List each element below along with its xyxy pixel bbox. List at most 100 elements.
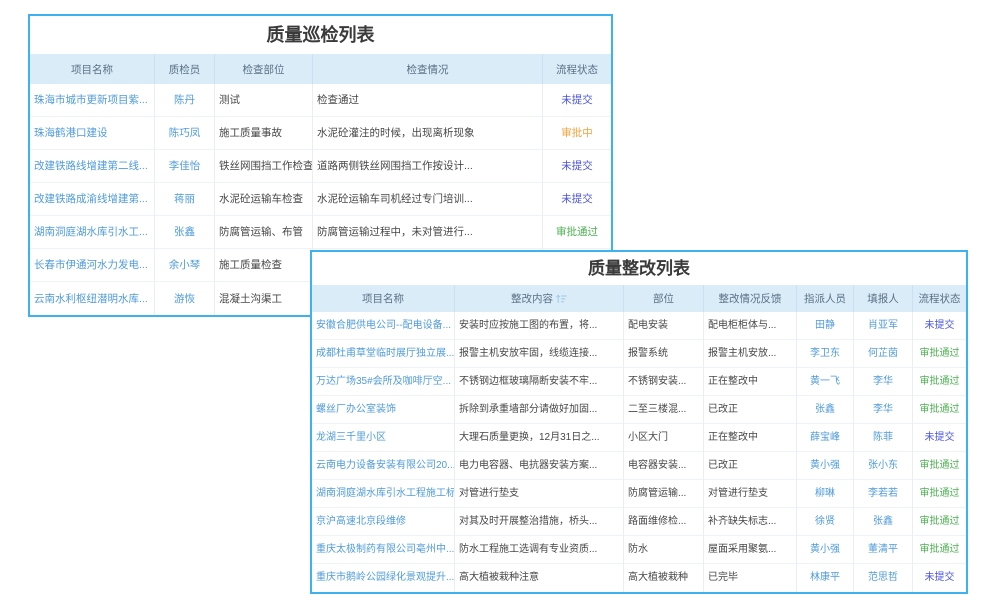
rectify-content-cell: 报警主机安放牢固，线缆连接... bbox=[455, 340, 624, 368]
inspection-situation-cell: 水泥砼运输车司机经过专门培训... bbox=[313, 183, 543, 216]
project-name-link[interactable]: 龙湖三千里小区 bbox=[312, 424, 455, 452]
inspection-part-cell: 混凝土沟渠工 bbox=[215, 282, 313, 315]
inspection-part-cell: 测试 bbox=[215, 84, 313, 117]
assignee-name-link[interactable]: 张鑫 bbox=[797, 396, 854, 424]
column-header-feedback: 整改情况反馈 bbox=[704, 285, 797, 312]
project-name-link[interactable]: 湖南洞庭湖水库引水工... bbox=[30, 216, 155, 249]
inspector-name-link[interactable]: 余小琴 bbox=[155, 249, 215, 282]
project-name-link[interactable]: 成都杜甫草堂临时展厅独立展... bbox=[312, 340, 455, 368]
assignee-name-link[interactable]: 黄一飞 bbox=[797, 368, 854, 396]
inspector-name-link[interactable]: 陈巧凤 bbox=[155, 117, 215, 150]
inspector-name-link[interactable]: 陈丹 bbox=[155, 84, 215, 117]
assignee-name-link[interactable]: 黄小强 bbox=[797, 452, 854, 480]
feedback-cell: 补齐缺失标志... bbox=[704, 508, 797, 536]
inspector-name-link[interactable]: 李佳怡 bbox=[155, 150, 215, 183]
rectify-content-cell: 不锈钢边框玻璃隔断安装不牢... bbox=[455, 368, 624, 396]
project-name-link[interactable]: 长春市伊通河水力发电... bbox=[30, 249, 155, 282]
assignee-name-link[interactable]: 黄小强 bbox=[797, 536, 854, 564]
table-row: 改建铁路线增建第二线...李佳怡铁丝网围挡工作检查道路两侧铁丝网围挡工作按设计.… bbox=[30, 150, 611, 183]
reporter-name-link[interactable]: 董清平 bbox=[854, 536, 913, 564]
flow-status-badge: 审批通过 bbox=[913, 396, 966, 424]
table-row: 珠海市城市更新项目紫...陈丹测试检查通过未提交 bbox=[30, 84, 611, 117]
reporter-name-link[interactable]: 李若若 bbox=[854, 480, 913, 508]
sort-ascending-icon[interactable] bbox=[556, 294, 567, 304]
reporter-name-link[interactable]: 肖亚军 bbox=[854, 312, 913, 340]
assignee-name-link[interactable]: 徐贤 bbox=[797, 508, 854, 536]
reporter-name-link[interactable]: 张小东 bbox=[854, 452, 913, 480]
rectify-content-cell: 安装时应按施工图的布置，将... bbox=[455, 312, 624, 340]
project-name-link[interactable]: 重庆市鹅岭公园绿化景观提升... bbox=[312, 564, 455, 592]
project-name-link[interactable]: 改建铁路线增建第二线... bbox=[30, 150, 155, 183]
table-row: 改建铁路成渝线增建第...蒋丽水泥砼运输车检查水泥砼运输车司机经过专门培训...… bbox=[30, 183, 611, 216]
column-header-inspection-part: 检查部位 bbox=[215, 54, 313, 84]
inspection-part-cell: 防腐管运输、布管 bbox=[215, 216, 313, 249]
reporter-name-link[interactable]: 李华 bbox=[854, 368, 913, 396]
project-name-link[interactable]: 珠海鹤港口建设 bbox=[30, 117, 155, 150]
part-cell: 小区大门 bbox=[624, 424, 704, 452]
flow-status-badge: 审批通过 bbox=[913, 452, 966, 480]
rectify-content-cell: 电力电容器、电抗器安装方案... bbox=[455, 452, 624, 480]
flow-status-badge: 未提交 bbox=[913, 564, 966, 592]
flow-status-badge: 未提交 bbox=[543, 84, 611, 117]
rectify-content-cell: 防水工程施工选调有专业资质... bbox=[455, 536, 624, 564]
assignee-name-link[interactable]: 柳琳 bbox=[797, 480, 854, 508]
part-cell: 不锈钢安装... bbox=[624, 368, 704, 396]
inspection-part-cell: 施工质量事故 bbox=[215, 117, 313, 150]
feedback-cell: 已改正 bbox=[704, 396, 797, 424]
project-name-link[interactable]: 珠海市城市更新项目紫... bbox=[30, 84, 155, 117]
feedback-cell: 对管进行垫支 bbox=[704, 480, 797, 508]
column-header-flow-status: 流程状态 bbox=[543, 54, 611, 84]
table-row: 万达广场35#会所及咖啡厅空...不锈钢边框玻璃隔断安装不牢...不锈钢安装..… bbox=[312, 368, 966, 396]
column-header-project-name: 项目名称 bbox=[312, 285, 455, 312]
assignee-name-link[interactable]: 李卫东 bbox=[797, 340, 854, 368]
rectify-content-cell: 对管进行垫支 bbox=[455, 480, 624, 508]
project-name-link[interactable]: 改建铁路成渝线增建第... bbox=[30, 183, 155, 216]
flow-status-badge: 审批中 bbox=[543, 117, 611, 150]
assignee-name-link[interactable]: 田静 bbox=[797, 312, 854, 340]
inspection-header-row: 项目名称 质检员 检查部位 检查情况 流程状态 bbox=[30, 54, 611, 84]
part-cell: 高大植被栽种 bbox=[624, 564, 704, 592]
project-name-link[interactable]: 重庆太极制药有限公司亳州中... bbox=[312, 536, 455, 564]
table-row: 龙湖三千里小区大理石质量更换，12月31日之...小区大门正在整改中薛宝峰陈菲未… bbox=[312, 424, 966, 452]
project-name-link[interactable]: 云南水利枢纽潜明水库... bbox=[30, 282, 155, 315]
project-name-link[interactable]: 云南电力设备安装有限公司20... bbox=[312, 452, 455, 480]
inspector-name-link[interactable]: 蒋丽 bbox=[155, 183, 215, 216]
flow-status-badge: 审批通过 bbox=[913, 368, 966, 396]
feedback-cell: 正在整改中 bbox=[704, 424, 797, 452]
project-name-link[interactable]: 湖南洞庭湖水库引水工程施工标 bbox=[312, 480, 455, 508]
reporter-name-link[interactable]: 李华 bbox=[854, 396, 913, 424]
inspection-situation-cell: 防腐管运输过程中，未对管进行... bbox=[313, 216, 543, 249]
column-header-inspector: 质检员 bbox=[155, 54, 215, 84]
rectification-header-row: 项目名称 整改内容 部位 整改情况反馈 指派人员 填报人 流程状态 bbox=[312, 285, 966, 312]
column-header-flow-status: 流程状态 bbox=[913, 285, 966, 312]
inspection-part-cell: 水泥砼运输车检查 bbox=[215, 183, 313, 216]
reporter-name-link[interactable]: 范思哲 bbox=[854, 564, 913, 592]
reporter-name-link[interactable]: 张鑫 bbox=[854, 508, 913, 536]
assignee-name-link[interactable]: 薛宝峰 bbox=[797, 424, 854, 452]
table-row: 京沪高速北京段维修对其及时开展整治措施，桥头...路面维修检...补齐缺失标志.… bbox=[312, 508, 966, 536]
column-header-part: 部位 bbox=[624, 285, 704, 312]
feedback-cell: 已改正 bbox=[704, 452, 797, 480]
table-row: 湖南洞庭湖水库引水工程施工标对管进行垫支防腐管运输...对管进行垫支柳琳李若若审… bbox=[312, 480, 966, 508]
reporter-name-link[interactable]: 何芷茵 bbox=[854, 340, 913, 368]
feedback-cell: 正在整改中 bbox=[704, 368, 797, 396]
rectify-content-cell: 高大植被栽种注意 bbox=[455, 564, 624, 592]
table-row: 螺丝厂办公室装饰拆除到承重墙部分请做好加固...二至三楼混...已改正张鑫李华审… bbox=[312, 396, 966, 424]
table-row: 重庆市鹅岭公园绿化景观提升...高大植被栽种注意高大植被栽种已完毕林康平范思哲未… bbox=[312, 564, 966, 592]
table-row: 重庆太极制药有限公司亳州中...防水工程施工选调有专业资质...防水屋面采用聚氨… bbox=[312, 536, 966, 564]
inspection-part-cell: 施工质量检查 bbox=[215, 249, 313, 282]
assignee-name-link[interactable]: 林康平 bbox=[797, 564, 854, 592]
rectify-content-cell: 对其及时开展整治措施，桥头... bbox=[455, 508, 624, 536]
project-name-link[interactable]: 安徽合肥供电公司--配电设备... bbox=[312, 312, 455, 340]
part-cell: 防腐管运输... bbox=[624, 480, 704, 508]
rectification-list-title: 质量整改列表 bbox=[312, 252, 966, 285]
inspector-name-link[interactable]: 游恢 bbox=[155, 282, 215, 315]
project-name-link[interactable]: 京沪高速北京段维修 bbox=[312, 508, 455, 536]
column-header-rectify-content[interactable]: 整改内容 bbox=[455, 285, 624, 312]
reporter-name-link[interactable]: 陈菲 bbox=[854, 424, 913, 452]
part-cell: 防水 bbox=[624, 536, 704, 564]
inspector-name-link[interactable]: 张鑫 bbox=[155, 216, 215, 249]
project-name-link[interactable]: 螺丝厂办公室装饰 bbox=[312, 396, 455, 424]
flow-status-badge: 未提交 bbox=[913, 312, 966, 340]
project-name-link[interactable]: 万达广场35#会所及咖啡厅空... bbox=[312, 368, 455, 396]
